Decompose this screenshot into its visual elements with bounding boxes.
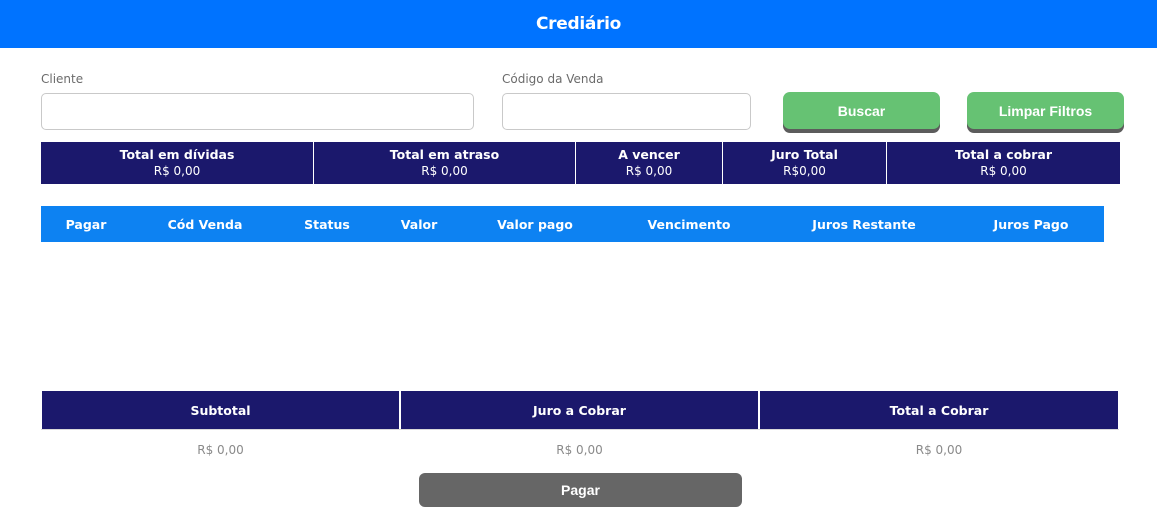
totals-value-juro: R$ 0,00 — [556, 442, 603, 457]
codigo-venda-label: Código da Venda — [502, 72, 604, 86]
column-header-valor-pago[interactable]: Valor pago — [497, 206, 573, 242]
totals-header-total: Total a Cobrar — [760, 391, 1118, 429]
summary-value: R$ 0,00 — [980, 164, 1027, 178]
summary-value: R$ 0,00 — [625, 164, 673, 178]
summary-total-atraso: Total em atraso R$ 0,00 — [314, 142, 576, 184]
summary-value: R$0,00 — [783, 164, 826, 178]
totals-value-subtotal: R$ 0,00 — [197, 442, 244, 457]
column-header-juros-restante[interactable]: Juros Restante — [812, 206, 915, 242]
summary-label: Total em dívidas — [119, 147, 235, 162]
summary-label: Juro Total — [771, 147, 838, 162]
summary-total-cobrar: Total a cobrar R$ 0,00 — [887, 142, 1120, 184]
column-header-pagar[interactable]: Pagar — [66, 206, 107, 242]
table-header: Pagar Cód Venda Status Valor Valor pago … — [41, 206, 1104, 242]
column-header-valor[interactable]: Valor — [401, 206, 437, 242]
limpar-filtros-button[interactable]: Limpar Filtros — [967, 92, 1124, 129]
totals-header-row: Subtotal Juro a Cobrar Total a Cobrar — [41, 391, 1119, 429]
codigo-venda-input[interactable] — [502, 93, 751, 130]
summary-bar: Total em dívidas R$ 0,00 Total em atraso… — [41, 142, 1120, 184]
summary-label: A vencer — [618, 147, 680, 162]
summary-value: R$ 0,00 — [153, 164, 201, 178]
totals-value-total: R$ 0,00 — [915, 442, 963, 457]
column-header-juros-pago[interactable]: Juros Pago — [994, 206, 1069, 242]
page-title: Crediário — [535, 14, 622, 34]
summary-label: Total em atraso — [389, 147, 500, 162]
cliente-label: Cliente — [41, 72, 84, 86]
column-header-status[interactable]: Status — [304, 206, 350, 242]
summary-total-dividas: Total em dívidas R$ 0,00 — [41, 142, 314, 184]
top-bar: Crediário — [0, 0, 1157, 48]
column-header-cod-venda[interactable]: Cód Venda — [168, 206, 243, 242]
pagar-button[interactable]: Pagar — [419, 473, 742, 507]
cliente-input[interactable] — [41, 93, 474, 130]
totals-header-juro: Juro a Cobrar — [401, 391, 758, 429]
column-header-vencimento[interactable]: Vencimento — [647, 206, 730, 242]
summary-juro-total: Juro Total R$0,00 — [723, 142, 887, 184]
summary-a-vencer: A vencer R$ 0,00 — [576, 142, 723, 184]
totals-header-subtotal: Subtotal — [42, 391, 399, 429]
buscar-button[interactable]: Buscar — [783, 92, 940, 129]
summary-label: Total a cobrar — [955, 147, 1052, 162]
summary-value: R$ 0,00 — [421, 164, 468, 178]
totals-value-row: R$ 0,00 R$ 0,00 R$ 0,00 — [41, 429, 1119, 469]
totals-table: Subtotal Juro a Cobrar Total a Cobrar R$… — [41, 391, 1119, 469]
